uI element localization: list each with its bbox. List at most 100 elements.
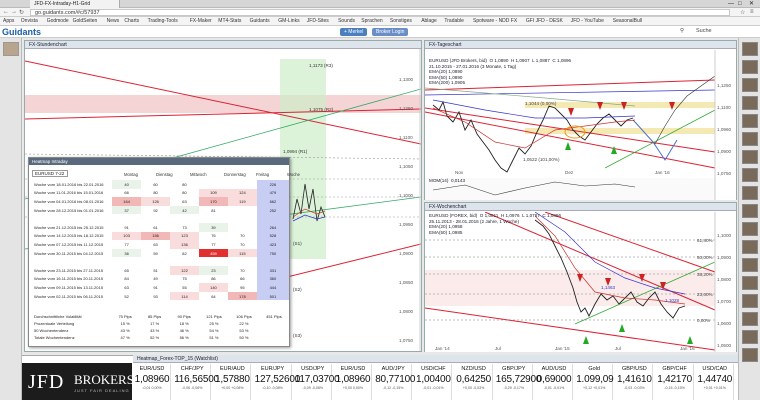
bookmark-item[interactable]: Ablage [421,18,437,24]
search-icon[interactable]: ⚲ [680,28,684,34]
watchlist-quote[interactable]: EUR/JPY 127,52600 -0,10 -0,08% [255,364,300,400]
summary-cell: 451 Pips [266,314,282,319]
user-avatar[interactable] [742,258,758,272]
bookmark-item[interactable]: Sounds [338,18,355,24]
summary-row: Durchschnittliche Volatilität 75 Pips 85 P… [32,313,289,320]
user-avatar[interactable] [742,204,758,218]
bookmark-item[interactable]: SeasonalBull [613,18,642,24]
forward-icon[interactable]: → [11,9,17,15]
date-tick-label: Nov [455,170,464,175]
watchlist-quote[interactable]: EUR/AUD 1,57880 +0,00 +0,08% [214,364,252,400]
price-tick-label: 1,0800 [717,277,732,282]
bookmark-item[interactable]: JFD - YouTube [571,18,604,24]
close-icon[interactable]: ✕ [749,0,754,8]
user-avatar[interactable] [742,114,758,128]
heatmap-cell: 360 [256,274,289,284]
minimize-icon[interactable]: — [728,0,734,8]
bookmark-item[interactable]: Guidants [250,18,270,24]
watchlist-quote[interactable]: USD/CHF 1,00400 -0,01 -0,01% [415,364,453,400]
url-input[interactable]: go.guidants.com/#c/57937 [30,9,730,16]
back-icon[interactable]: ← [3,9,9,15]
quote-symbol: EUR/USD [340,366,366,372]
reload-icon[interactable]: ↻ [19,9,24,16]
heatmap-cell: 92 [153,207,158,213]
quote-symbol: Gold [588,366,600,372]
bookmark-item[interactable]: News [107,18,120,24]
fib-level-label: 23,60% [697,292,713,297]
bookmark-item[interactable]: Sonstiges [390,18,412,24]
bookmark-item[interactable]: GoldSeiten [73,18,98,24]
bookmark-item[interactable]: JFD-Sites [307,18,329,24]
heatmap-window[interactable]: Heatmap Intraday EURUSD 7-22 Montag Diens… [28,157,300,347]
user-avatar[interactable] [742,132,758,146]
quote-value: 0,69000 [536,374,572,385]
user-avatar[interactable] [742,186,758,200]
bookmark-item[interactable]: Charts [124,18,139,24]
maximize-icon[interactable]: □ [738,0,742,8]
quote-symbol: USD/JPY [301,366,325,372]
watchlist-quote[interactable]: GBP/CHF 1,42170 -0,15 -0,15% [657,364,694,400]
watchlist-quote[interactable]: AUD/USD 0,69000 -0,01 -0,01% [536,364,573,400]
quote-change: +0,00 0,00% [342,386,364,390]
user-avatar[interactable] [742,276,758,290]
watchlist-quote[interactable]: GBP/USD 1,41610 -0,03 -0,03% [616,364,654,400]
bookmark-item[interactable]: GM-Links [278,18,299,24]
heatmap-cell: 40 [112,180,142,189]
user-avatar[interactable] [742,348,758,362]
bookmark-item[interactable]: Apps [3,18,14,24]
menu-icon[interactable]: ≡ [750,9,754,15]
bookmark-item[interactable]: MT4-Stats [218,18,241,24]
price-tick-label: 1,0700 [717,299,732,304]
user-avatar[interactable] [742,240,758,254]
watchlist-quote[interactable]: USD/JPY 117,03700 -0,09 -0,08% [295,364,340,400]
watchlist-quote[interactable]: Gold 1.099,09 +0,12 +0,01% [576,364,614,400]
watchlist-quote[interactable]: EUR/USD 1,08960 -0,01 0,00% [134,364,171,400]
user-avatar[interactable] [742,222,758,236]
user-avatar[interactable] [742,294,758,308]
user-avatar[interactable] [742,96,758,110]
search-label[interactable]: Suche [696,28,712,34]
watchlist-quote[interactable]: AUD/JPY 80,77100 -0,12 -0,15% [375,364,415,400]
quote-change: -0,01 0,00% [142,386,162,390]
summary-cell: 85 Pips [147,314,162,319]
jfd-logo-tagline: JUST FAIR DEALING [74,388,130,393]
user-avatar[interactable] [742,42,758,56]
bookmark-item[interactable]: Onvista [21,18,38,24]
merkel-button[interactable]: + Merkel [340,28,368,36]
heatmap-cell: 76 [211,233,216,239]
watchlist-quote[interactable]: EUR/USD 1,08960 +0,00 0,00% [335,364,372,400]
avatar[interactable] [3,42,19,56]
fib-level-label: 61,80% [697,238,713,243]
user-avatar[interactable] [742,330,758,344]
user-avatar[interactable] [742,60,758,74]
heatmap-cell: 423 [256,240,289,249]
heatmap-symbol-select[interactable]: EURUSD 7-22 [32,170,68,177]
bookmark-item[interactable]: FX-Maker [190,18,212,24]
bookmark-item[interactable]: Sprachen [361,18,382,24]
user-avatar[interactable] [742,78,758,92]
watchlist-quote[interactable]: NZD/USD 0,64250 +0,00 -0,03% [456,364,493,400]
heatmap-cell: 178 [227,291,257,301]
daily-chart-title: FX-Tageschart [425,41,736,49]
summary-cell: 17 % [150,321,160,326]
quote-symbol: EUR/JPY [260,366,285,372]
heatmap-cell: 39 [198,222,228,232]
bookmark-item[interactable]: GFI JFD - DESK [526,18,563,24]
price-tick-label: 1,1250 [399,106,414,111]
watchlist-quote[interactable]: CHF/JPY 116,56500 -0,06 -0,06% [174,364,219,400]
quote-change: +0,00 -0,03% [462,386,485,390]
bookmark-item[interactable]: Trading-Tools [148,18,178,24]
user-avatar[interactable] [742,168,758,182]
heatmap-cell: 444 [256,283,289,292]
bookmark-item[interactable]: Spotware - NDD FX [473,18,517,24]
user-avatar[interactable] [742,150,758,164]
browser-tab[interactable]: JFD-FX-Intraday-H1-Grid [30,0,120,8]
weekly-chart-title: FX-Wochenchart [425,203,736,211]
watchlist-quote[interactable]: GBP/JPY 165,72900 -0,29 -0,17% [496,364,541,400]
broker-login-button[interactable]: Broker Login [372,28,409,36]
star-icon[interactable]: ☆ [740,9,745,16]
user-avatar[interactable] [742,312,758,326]
bookmark-item[interactable]: Tradable [444,18,464,24]
bookmark-item[interactable]: Godmode [47,18,69,24]
watchlist-quote[interactable]: USD/CAD 1,44740 +0,01 +0,01% [697,364,734,400]
